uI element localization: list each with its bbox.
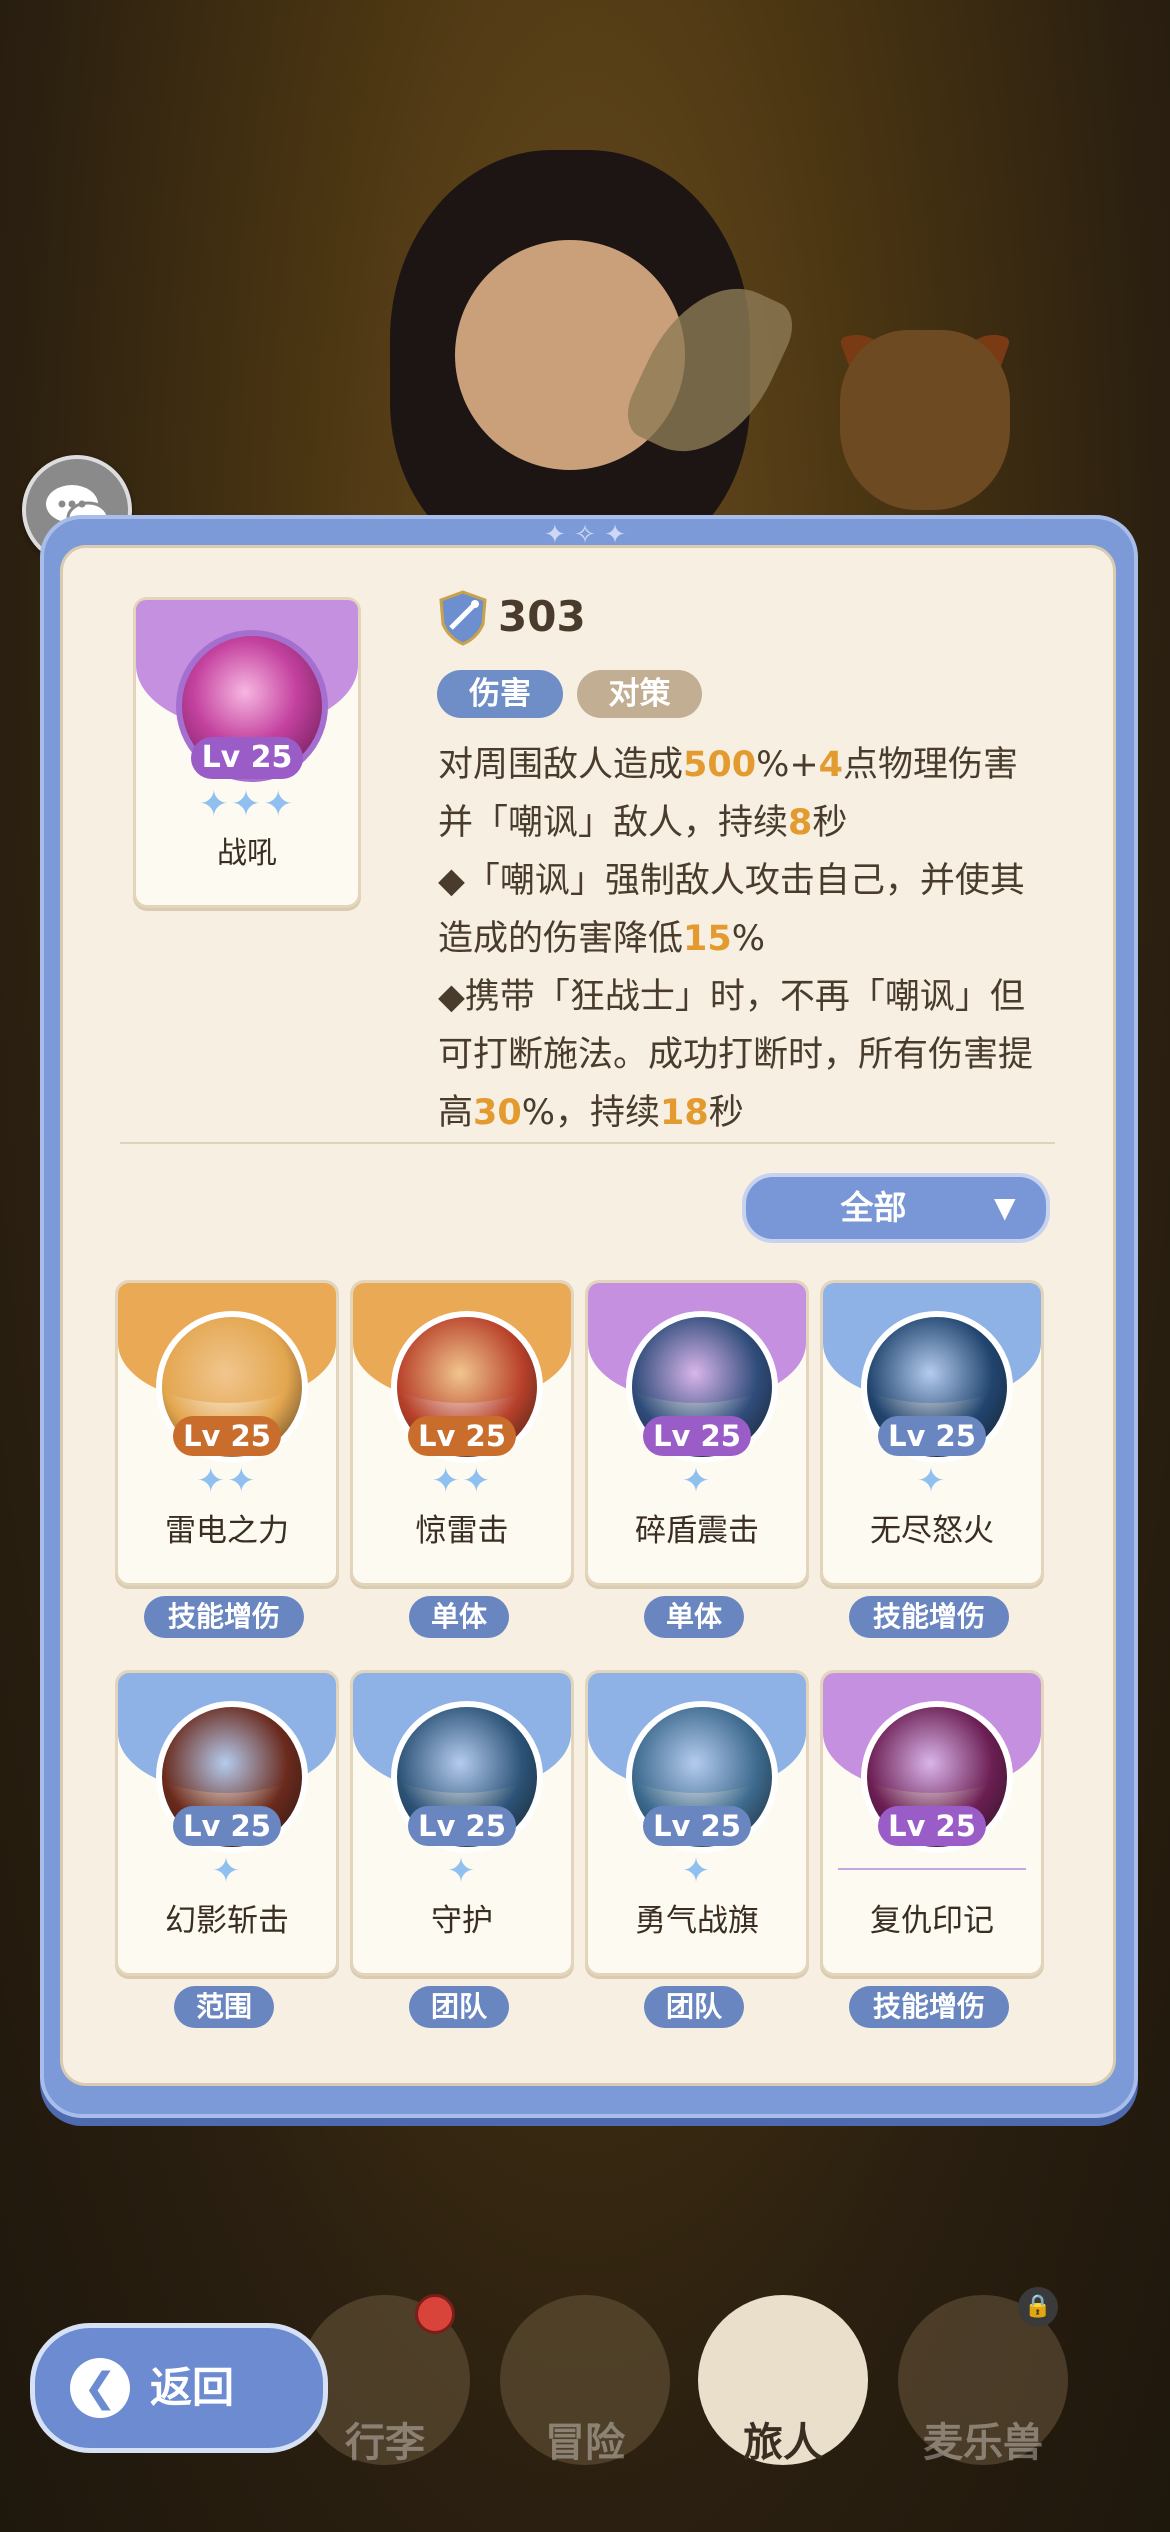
nav-adventure-label: 冒险 [545, 2420, 625, 2466]
highlight-value: 8 [788, 803, 813, 843]
lock-icon: 🔒 [1018, 2287, 1058, 2327]
skill-description: 对周围敌人造成500%+4点物理伤害并「嘲讽」敌人，持续8秒 ◆「嘲讽」强制敌人攻… [438, 736, 1038, 1142]
skill-level: Lv 25 [408, 1416, 516, 1456]
star-icons: ✦ [446, 1851, 478, 1891]
power-shield-icon [439, 590, 487, 646]
highlight-value: 4 [818, 745, 844, 785]
skill-card[interactable]: Lv 25 ✦✦ 雷电之力 [115, 1280, 339, 1586]
skill-type-badge: 技能增伤 [849, 1986, 1009, 2028]
nav-luggage-label: 行李 [345, 2420, 425, 2466]
star-icons: ✦ [681, 1461, 713, 1501]
skill-level: Lv 25 [408, 1806, 516, 1846]
skill-name: 守护 [431, 1903, 493, 1939]
skill-name: 复仇印记 [870, 1903, 994, 1939]
dropdown-arrow-icon: ▼ [994, 1191, 1016, 1224]
nav-adventure[interactable]: 冒险 [500, 2295, 670, 2466]
back-label: 返回 [150, 2363, 235, 2412]
selected-skill-card[interactable]: Lv 25 ✦✦✦ 战吼 [133, 597, 361, 908]
skill-type-badge: 范围 [174, 1986, 274, 2028]
skill-type-badge: 单体 [409, 1596, 509, 1638]
background-pet [840, 330, 1010, 510]
highlight-value: 18 [660, 1093, 709, 1133]
skill-name: 战吼 [217, 836, 277, 871]
skill-name: 雷电之力 [165, 1513, 289, 1549]
description-text: 秒 [708, 1093, 744, 1133]
panel-ornament-icon: ✦ ✧ ✦ [544, 520, 626, 550]
description-text: %，持续 [521, 1093, 660, 1133]
filter-dropdown[interactable]: 全部 ▼ [742, 1173, 1050, 1243]
star-icons: ✦✦ [196, 1461, 258, 1501]
skill-name: 惊雷击 [415, 1513, 509, 1549]
skill-level: Lv 25 [173, 1416, 281, 1456]
back-button[interactable]: ❮ 返回 [30, 2323, 328, 2453]
divider [120, 1142, 1055, 1144]
skill-type-badge: 团队 [409, 1986, 509, 2028]
skill-card[interactable]: Lv 25 ✦✦ 惊雷击 [350, 1280, 574, 1586]
skill-level: Lv 25 [878, 1806, 986, 1846]
star-icons: ✦ [916, 1461, 948, 1501]
star-icons: ✦✦ [431, 1461, 493, 1501]
filter-label: 全部 [840, 1188, 907, 1227]
skill-level: Lv 25 [643, 1806, 751, 1846]
skill-card[interactable]: Lv 25 ✦ 碎盾震击 [585, 1280, 809, 1586]
skill-name: 无尽怒火 [870, 1513, 994, 1549]
skill-level: Lv 25 [643, 1416, 751, 1456]
highlight-value: 500 [683, 745, 757, 785]
skill-name: 幻影斩击 [165, 1903, 289, 1939]
skill-card[interactable]: Lv 25 ✦ 无尽怒火 [820, 1280, 1044, 1586]
star-icons: ✦ [681, 1851, 713, 1891]
skill-level: Lv 25 [878, 1416, 986, 1456]
nav-traveler-label: 旅人 [743, 2420, 823, 2466]
tag-damage: 伤害 [437, 670, 563, 718]
star-icons: ✦✦✦ [198, 784, 296, 825]
skill-card[interactable]: Lv 25 复仇印记 [820, 1670, 1044, 1976]
description-text: 对周围敌人造成 [438, 745, 684, 785]
skill-card[interactable]: Lv 25 ✦ 幻影斩击 [115, 1670, 339, 1976]
star-icons: ✦ [211, 1851, 243, 1891]
skill-type-badge: 团队 [644, 1986, 744, 2028]
skill-name: 碎盾震击 [635, 1513, 759, 1549]
back-arrow-icon: ❮ [70, 2358, 130, 2418]
skill-card[interactable]: Lv 25 ✦ 勇气战旗 [585, 1670, 809, 1976]
skill-type-badge: 技能增伤 [849, 1596, 1009, 1638]
skill-level: Lv 25 [173, 1806, 281, 1846]
skill-power: 303 [498, 592, 586, 641]
highlight-value: 15 [683, 919, 732, 959]
highlight-value: 30 [473, 1093, 522, 1133]
description-text: %+ [756, 745, 819, 785]
skill-type-badge: 技能增伤 [144, 1596, 304, 1638]
description-text: 秒 [812, 803, 848, 843]
skill-level: Lv 25 [191, 737, 303, 779]
tag-counter: 对策 [577, 670, 702, 718]
nav-traveler[interactable]: 旅人 [698, 2295, 868, 2466]
nav-pet-label: 麦乐兽 [923, 2420, 1043, 2466]
skill-card[interactable]: Lv 25 ✦ 守护 [350, 1670, 574, 1976]
notification-dot [415, 2294, 455, 2334]
skill-type-badge: 单体 [644, 1596, 744, 1638]
skill-name: 勇气战旗 [635, 1903, 759, 1939]
divider [838, 1868, 1026, 1870]
description-text: % [731, 919, 765, 959]
